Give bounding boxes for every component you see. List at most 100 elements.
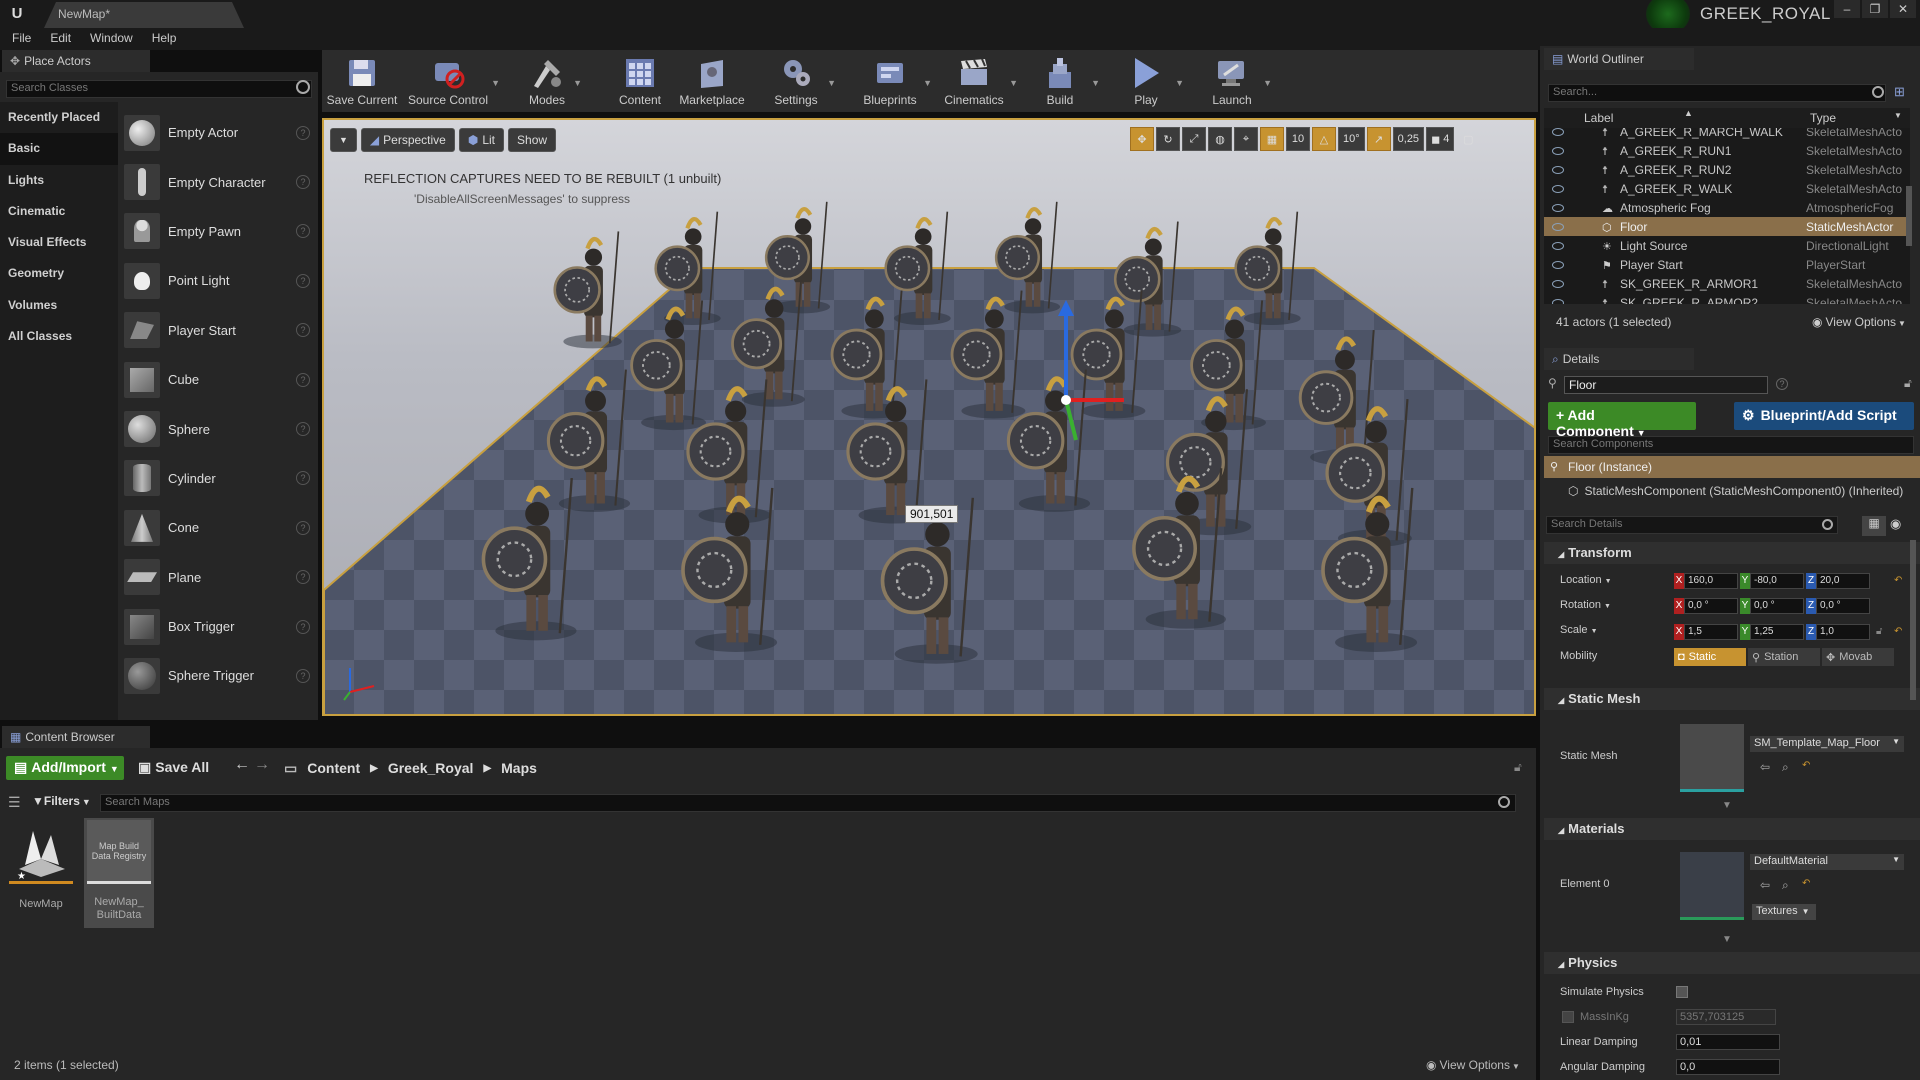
help-icon[interactable]: ? xyxy=(296,125,310,140)
chevron-down-icon[interactable]: ▼ xyxy=(1263,78,1272,88)
mobility-stationary[interactable]: ⚲ Station xyxy=(1748,648,1820,666)
help-icon[interactable]: ? xyxy=(296,668,310,683)
play-button[interactable]: Play ▼ xyxy=(1128,50,1184,112)
column-type[interactable]: Type xyxy=(1810,111,1836,125)
category-lights[interactable]: Lights xyxy=(0,165,118,196)
reset-to-default-icon[interactable]: ↶ xyxy=(1894,626,1902,637)
visibility-eye-icon[interactable] xyxy=(1552,184,1564,193)
add-import-button[interactable]: ▤ Add/Import ▼ xyxy=(6,756,124,780)
location-x[interactable]: X 160,0 xyxy=(1674,573,1738,589)
chevron-down-icon[interactable]: ▼ xyxy=(827,78,836,88)
forward-arrow-icon[interactable]: → xyxy=(254,756,270,774)
camera-speed-button[interactable]: ◼ 4 xyxy=(1426,127,1455,151)
property-matrix-icon[interactable]: ▦ xyxy=(1862,516,1886,536)
outliner-row[interactable]: ☀ Light Source DirectionalLight xyxy=(1544,236,1910,255)
soldier-figure[interactable] xyxy=(553,231,622,349)
rotation-snap-icon[interactable]: △ xyxy=(1312,127,1336,151)
actor-item[interactable]: Cone? xyxy=(124,503,314,552)
outliner-row[interactable]: ⬡ Floor StaticMeshActor xyxy=(1544,217,1910,236)
surface-snap-icon[interactable]: ⌖ xyxy=(1234,127,1258,151)
category-geometry[interactable]: Geometry xyxy=(0,258,118,289)
scale-snap-value[interactable]: 0,25 xyxy=(1392,127,1425,151)
outliner-row[interactable]: ☨ SK_GREEK_R_ARMOR1 SkeletalMeshActo xyxy=(1544,274,1910,293)
visibility-eye-icon[interactable] xyxy=(1552,146,1564,155)
mobility-static[interactable]: ◘ Static xyxy=(1674,648,1746,666)
mobility-movable[interactable]: ✥ Movab xyxy=(1822,648,1894,666)
actor-item[interactable]: Empty Character? xyxy=(124,157,314,206)
blueprint-add-script-button[interactable]: ⚙ Blueprint/Add Script xyxy=(1734,402,1914,430)
category-basic[interactable]: Basic xyxy=(0,133,118,165)
back-arrow-icon[interactable]: ← xyxy=(234,756,250,774)
chevron-down-icon[interactable]: ▼ xyxy=(491,78,500,88)
breadcrumb-greek-royal[interactable]: Greek_Royal xyxy=(388,760,474,776)
scale-snap-icon[interactable]: ↗ xyxy=(1366,127,1391,151)
scale-y-value[interactable]: 1,25 xyxy=(1750,624,1804,640)
outliner-search-input[interactable]: Search... xyxy=(1548,84,1886,102)
help-icon[interactable]: ? xyxy=(1776,378,1788,390)
actor-name-field[interactable]: Floor xyxy=(1564,376,1768,394)
settings-button[interactable]: Settings ▼ xyxy=(766,50,836,112)
outliner-row[interactable]: ☨ SK_GREEK_R_ARMOR2 SkeletalMeshActo xyxy=(1544,293,1910,304)
outliner-view-options[interactable]: ◉ View Options ▼ xyxy=(1812,315,1906,329)
use-selected-icon[interactable]: ⇦ xyxy=(1760,760,1770,774)
actor-item[interactable]: Sphere Trigger? xyxy=(124,651,314,700)
scale-mode-icon[interactable]: ⤢ xyxy=(1182,127,1206,151)
asset-tile[interactable]: ★ NewMap xyxy=(6,818,76,928)
component-instance-row[interactable]: Floor (Instance) xyxy=(1544,456,1920,478)
help-icon[interactable]: ? xyxy=(296,619,310,634)
actor-item[interactable]: Empty Pawn? xyxy=(124,207,314,256)
visibility-eye-icon[interactable] xyxy=(1552,260,1564,269)
textures-button[interactable]: Textures ▼ xyxy=(1752,904,1816,920)
rotation-z[interactable]: Z 0,0 ° xyxy=(1806,598,1870,614)
outliner-row[interactable]: ☨ A_GREEK_R_WALK SkeletalMeshActo xyxy=(1544,179,1910,198)
rotation-snap-value[interactable]: 10° xyxy=(1338,127,1365,151)
close-button[interactable]: ✕ xyxy=(1890,0,1916,18)
reset-to-default-icon[interactable]: ↶ xyxy=(1894,575,1902,586)
chevron-down-icon[interactable]: ▼ xyxy=(1894,111,1902,120)
create-folder-icon[interactable]: ⊞ xyxy=(1894,84,1905,100)
materials-section-header[interactable]: ◢ Materials xyxy=(1544,818,1920,840)
search-classes-input[interactable]: Search Classes xyxy=(6,80,312,98)
search-details-input[interactable]: Search Details xyxy=(1546,516,1838,534)
location-y-value[interactable]: -80,0 xyxy=(1750,573,1804,589)
outliner-row[interactable]: ☁ Atmospheric Fog AtmosphericFog xyxy=(1544,198,1910,217)
actor-item[interactable]: Empty Actor? xyxy=(124,108,314,157)
reset-to-default-icon[interactable]: ↶ xyxy=(1802,760,1810,771)
world-outliner-tab[interactable]: ▤ World Outliner xyxy=(1544,48,1694,70)
visibility-eye-icon[interactable] xyxy=(1552,203,1564,212)
rotate-mode-icon[interactable]: ↻ xyxy=(1156,127,1180,151)
world-space-icon[interactable]: ◍ xyxy=(1208,127,1232,151)
place-actors-tab[interactable]: ✥ Place Actors xyxy=(2,50,150,72)
static-mesh-thumbnail[interactable] xyxy=(1680,724,1744,792)
scale-y[interactable]: Y 1,25 xyxy=(1740,624,1804,640)
physics-section-header[interactable]: ◢ Physics xyxy=(1544,952,1920,974)
outliner-row[interactable]: ☨ A_GREEK_R_RUN2 SkeletalMeshActo xyxy=(1544,160,1910,179)
help-icon[interactable]: ? xyxy=(296,224,310,239)
location-x-value[interactable]: 160,0 xyxy=(1684,573,1738,589)
chevron-down-icon[interactable]: ▼ xyxy=(1009,78,1018,88)
menu-window[interactable]: Window xyxy=(90,28,142,50)
visibility-eye-icon[interactable] xyxy=(1552,222,1564,231)
show-button[interactable]: Show xyxy=(508,128,557,152)
rotation-x-value[interactable]: 0,0 ° xyxy=(1684,598,1738,614)
static-mesh-combo[interactable]: SM_Template_Map_Floor ▼ xyxy=(1750,736,1904,752)
save-current-button[interactable]: Save Current xyxy=(327,50,397,112)
modes-button[interactable]: Modes ▼ xyxy=(522,50,582,112)
chevron-down-icon[interactable]: ▼ xyxy=(1175,78,1184,88)
chevron-down-icon[interactable]: ▼ xyxy=(923,78,932,88)
scale-x[interactable]: X 1,5 xyxy=(1674,624,1738,640)
details-scrollbar[interactable] xyxy=(1910,540,1916,700)
outliner-scrollbar[interactable] xyxy=(1906,186,1912,246)
visibility-eye-icon[interactable] xyxy=(1552,279,1564,288)
search-components-input[interactable]: Search Components xyxy=(1548,436,1914,454)
scale-label[interactable]: Scale ▼ xyxy=(1560,624,1598,636)
menu-file[interactable]: File xyxy=(12,28,40,50)
category-all-classes[interactable]: All Classes xyxy=(0,321,118,352)
simulate-physics-checkbox[interactable] xyxy=(1676,986,1688,998)
content-browser-tab[interactable]: ▦ Content Browser xyxy=(2,726,150,748)
grid-snap-value[interactable]: 10 xyxy=(1286,127,1310,151)
breadcrumb-content[interactable]: Content xyxy=(307,760,360,776)
expand-advanced-icon[interactable]: ▼ xyxy=(1722,934,1732,945)
actor-item[interactable]: Cube? xyxy=(124,355,314,404)
outliner-row[interactable]: ☨ A_GREEK_R_RUN1 SkeletalMeshActo xyxy=(1544,141,1910,160)
